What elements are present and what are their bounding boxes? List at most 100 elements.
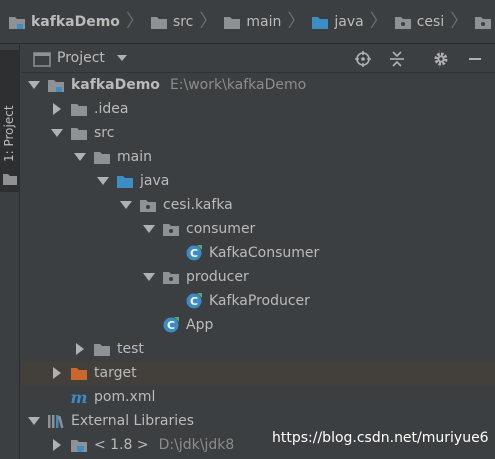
expand-chevron-down-icon[interactable]: [50, 126, 64, 140]
tree-item-consumer[interactable]: consumer: [21, 217, 495, 241]
package-icon: [139, 197, 157, 213]
source-folder-icon: [312, 16, 329, 29]
collapse-all-icon[interactable]: [388, 50, 406, 68]
project-folder-icon: [33, 52, 51, 67]
folder-icon: [3, 174, 17, 185]
folder-icon: [224, 16, 241, 29]
chevron-right-icon: 〉: [369, 10, 388, 32]
tree-item-path: E:\work\kafkaDemo: [169, 77, 307, 93]
tree-item-src[interactable]: src: [21, 121, 495, 145]
expand-chevron-down-icon[interactable]: [119, 198, 133, 212]
tree-item-test[interactable]: test: [21, 337, 495, 361]
tree-item-kafkaconsumer[interactable]: C KafkaConsumer: [21, 241, 495, 265]
folder-icon: [70, 101, 88, 117]
tree-item-label: main: [117, 149, 152, 165]
tree-item-label: App: [186, 317, 214, 333]
expand-chevron-down-icon[interactable]: [142, 270, 156, 284]
tree-item-label: .idea: [94, 101, 129, 117]
libraries-icon: [47, 413, 65, 429]
breadcrumb-kafka[interactable]: kafka 〉: [474, 0, 495, 43]
tree-item-label: KafkaConsumer: [209, 245, 320, 261]
project-panel-header: Project: [21, 44, 495, 73]
breadcrumb-label: cesi: [416, 13, 445, 30]
tree-item-label: java: [140, 173, 170, 189]
tree-item-kafkaproducer[interactable]: C KafkaProducer: [21, 289, 495, 313]
expand-chevron-down-icon[interactable]: [27, 78, 41, 92]
maven-icon: m: [70, 389, 88, 405]
expand-chevron-right-icon[interactable]: [50, 366, 64, 380]
project-tree: kafkaDemo E:\work\kafkaDemo .idea src ma…: [21, 73, 495, 459]
svg-text:C: C: [167, 319, 175, 332]
tree-item-label: test: [117, 341, 144, 357]
chevron-right-icon: 〉: [450, 10, 469, 32]
project-tool-tab-label: 1: Project: [2, 105, 16, 162]
svg-text:C: C: [190, 295, 198, 308]
folder-icon: [70, 125, 88, 141]
folder-icon: [150, 16, 167, 29]
tree-item-pom-xml[interactable]: m pom.xml: [21, 385, 495, 409]
tree-item-label: src: [94, 125, 115, 141]
breadcrumb-cesi[interactable]: cesi 〉: [394, 0, 475, 43]
tree-item-producer[interactable]: producer: [21, 265, 495, 289]
expand-chevron-down-icon[interactable]: [96, 174, 110, 188]
breadcrumb-kafkademo[interactable]: kafkaDemo 〉: [8, 0, 150, 43]
chevron-right-icon: 〉: [287, 10, 306, 32]
package-icon: [394, 16, 411, 29]
chevron-right-icon: 〉: [199, 10, 218, 32]
breadcrumb-label: java: [334, 13, 364, 30]
tree-item-label: < 1.8 >: [94, 437, 149, 453]
tree-item-label: kafkaDemo: [71, 77, 160, 93]
tree-item-label: cesi.kafka: [163, 197, 233, 213]
svg-text:C: C: [190, 247, 198, 260]
locate-icon[interactable]: [354, 50, 372, 68]
breadcrumb-main[interactable]: main 〉: [223, 0, 311, 43]
java-class-icon: C: [162, 317, 180, 333]
panel-title: Project: [57, 50, 105, 66]
tree-item-label: pom.xml: [94, 389, 156, 405]
view-selector-chevron-down-icon[interactable]: [116, 55, 127, 61]
tree-item-idea[interactable]: .idea: [21, 97, 495, 121]
tree-item-label: KafkaProducer: [209, 293, 310, 309]
tree-item-main[interactable]: main: [21, 145, 495, 169]
expand-chevron-down-icon[interactable]: [142, 222, 156, 236]
expand-chevron-down-icon[interactable]: [73, 150, 87, 164]
tree-item-cesi-kafka[interactable]: cesi.kafka: [21, 193, 495, 217]
hide-icon[interactable]: [466, 50, 484, 68]
source-folder-icon: [116, 173, 134, 189]
left-tool-strip: 1: Project: [0, 44, 20, 459]
tree-item-label: External Libraries: [71, 413, 194, 429]
svg-text:m: m: [71, 389, 88, 405]
tree-item-label: consumer: [186, 221, 256, 237]
tree-item-target[interactable]: target: [21, 361, 495, 385]
folder-icon: [93, 149, 111, 165]
excluded-folder-icon: [70, 365, 88, 381]
chevron-right-icon: 〉: [125, 10, 144, 32]
package-icon: [162, 221, 180, 237]
java-class-icon: C: [185, 245, 203, 261]
tree-item-kafkademo[interactable]: kafkaDemo E:\work\kafkaDemo: [21, 73, 495, 97]
jdk-icon: [70, 437, 88, 453]
expand-chevron-down-icon[interactable]: [27, 414, 41, 428]
tree-item-java[interactable]: java: [21, 169, 495, 193]
expand-chevron-right-icon[interactable]: [50, 102, 64, 116]
settings-gear-icon[interactable]: [432, 50, 450, 68]
watermark-url: https://blog.csdn.net/muriyue6: [272, 430, 489, 446]
module-folder-icon: [9, 16, 25, 29]
folder-icon: [93, 341, 111, 357]
tree-item-path: D:\jdk\jdk8: [158, 437, 235, 453]
expand-chevron-right-icon[interactable]: [50, 438, 64, 452]
java-class-icon: C: [185, 293, 203, 309]
tree-item-label: target: [94, 365, 137, 381]
module-folder-icon: [47, 77, 65, 93]
breadcrumb-label: src: [172, 13, 194, 30]
breadcrumb-src[interactable]: src 〉: [150, 0, 223, 43]
package-icon: [475, 16, 492, 29]
expand-chevron-right-icon[interactable]: [73, 342, 87, 356]
tree-item-label: producer: [186, 269, 249, 285]
project-tool-tab[interactable]: 1: Project: [0, 50, 20, 192]
navigation-bar: kafkaDemo 〉 src 〉 main 〉 java 〉 cesi 〉 k…: [0, 0, 495, 44]
breadcrumb-java[interactable]: java 〉: [311, 0, 393, 43]
package-icon: [162, 269, 180, 285]
tree-item-app[interactable]: C App: [21, 313, 495, 337]
breadcrumb-label: kafkaDemo: [31, 13, 120, 30]
